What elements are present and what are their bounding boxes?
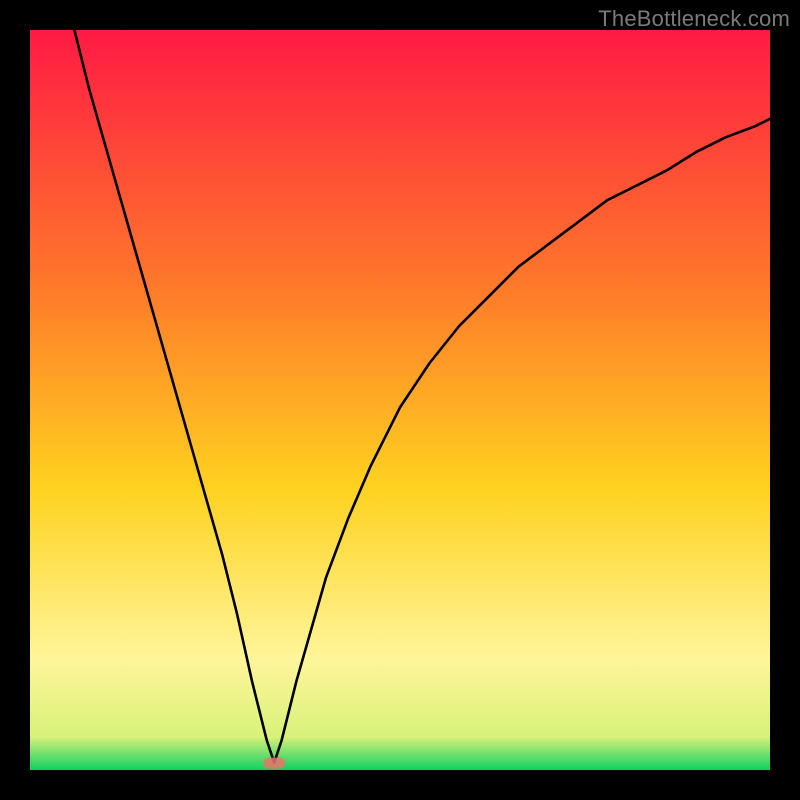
- gradient-background: [30, 30, 770, 770]
- bottleneck-chart: [30, 30, 770, 770]
- watermark-text: TheBottleneck.com: [598, 6, 790, 32]
- minimum-marker: [263, 758, 285, 769]
- chart-container: [30, 30, 770, 770]
